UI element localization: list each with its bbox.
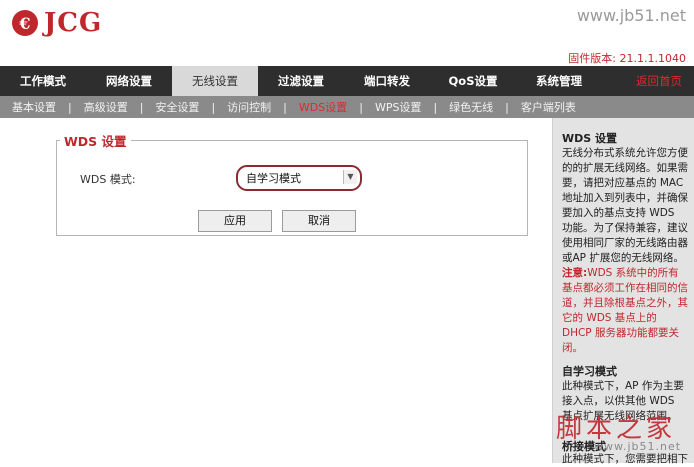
firmware-value: 21.1.1.1040 xyxy=(619,52,686,65)
help-note: 注意:WDS 系统中的所有基点都必须工作在相同的信道，并且除根基点之外，其它的 … xyxy=(562,266,688,356)
subnav-advanced[interactable]: 高级设置 xyxy=(72,99,140,115)
wds-mode-select[interactable]: 自学习模式 ▼ xyxy=(236,165,362,191)
main-nav: 工作模式 网络设置 无线设置 过滤设置 端口转发 QoS设置 系统管理 返回首页 xyxy=(0,66,694,96)
subnav-wps[interactable]: WPS设置 xyxy=(363,99,434,115)
top-banner: € JCG www.jb51.net 固件版本: 21.1.1.1040 xyxy=(0,0,694,66)
help-section-title: 自学习模式 xyxy=(562,365,617,378)
nav-filter[interactable]: 过滤设置 xyxy=(258,66,344,96)
subnav-client-list[interactable]: 客户端列表 xyxy=(509,99,588,115)
firmware-label: 固件版本: xyxy=(568,52,617,65)
home-link[interactable]: 返回首页 xyxy=(624,66,694,96)
apply-button[interactable]: 应用 xyxy=(198,210,272,232)
brand-name: JCG xyxy=(44,8,103,38)
help-note-label: 注意: xyxy=(562,267,588,279)
subnav-wds[interactable]: WDS设置 xyxy=(287,99,359,115)
brand-icon: € xyxy=(12,10,38,36)
wds-mode-label: WDS 模式: xyxy=(80,173,136,186)
cancel-button[interactable]: 取消 xyxy=(282,210,356,232)
nav-qos[interactable]: QoS设置 xyxy=(430,66,516,96)
help-title: WDS 设置 xyxy=(562,132,618,145)
nav-system[interactable]: 系统管理 xyxy=(516,66,602,96)
help-section-text: 此种模式下，您需要把相下 xyxy=(562,453,688,465)
nav-port-forward[interactable]: 端口转发 xyxy=(344,66,430,96)
help-note-text: WDS 系统中的所有基点都必须工作在相同的信道，并且除根基点之外，其它的 WDS… xyxy=(562,267,688,354)
logo: € JCG xyxy=(12,8,102,38)
wds-mode-value: 自学习模式 xyxy=(246,172,301,185)
nav-network[interactable]: 网络设置 xyxy=(86,66,172,96)
help-text: 无线分布式系统允许您方便的的扩展无线网络。如果需要，请把对应基点的 MAC 地址… xyxy=(562,147,688,264)
subnav-basic[interactable]: 基本设置 xyxy=(0,99,68,115)
subnav-security[interactable]: 安全设置 xyxy=(143,99,211,115)
sub-nav: 基本设置 | 高级设置 | 安全设置 | 访问控制 | WDS设置 | WPS设… xyxy=(0,96,694,118)
nav-work-mode[interactable]: 工作模式 xyxy=(0,66,86,96)
subnav-access-control[interactable]: 访问控制 xyxy=(215,99,283,115)
wds-legend: WDS 设置 xyxy=(60,131,131,150)
subnav-green-wireless[interactable]: 绿色无线 xyxy=(437,99,505,115)
watermark-url-bottom: www.jb51.net xyxy=(594,440,682,453)
firmware-version: 固件版本: 21.1.1.1040 xyxy=(568,50,686,66)
nav-wireless[interactable]: 无线设置 xyxy=(172,66,258,96)
watermark-url: www.jb51.net xyxy=(576,6,686,25)
chevron-down-icon[interactable]: ▼ xyxy=(343,170,357,184)
